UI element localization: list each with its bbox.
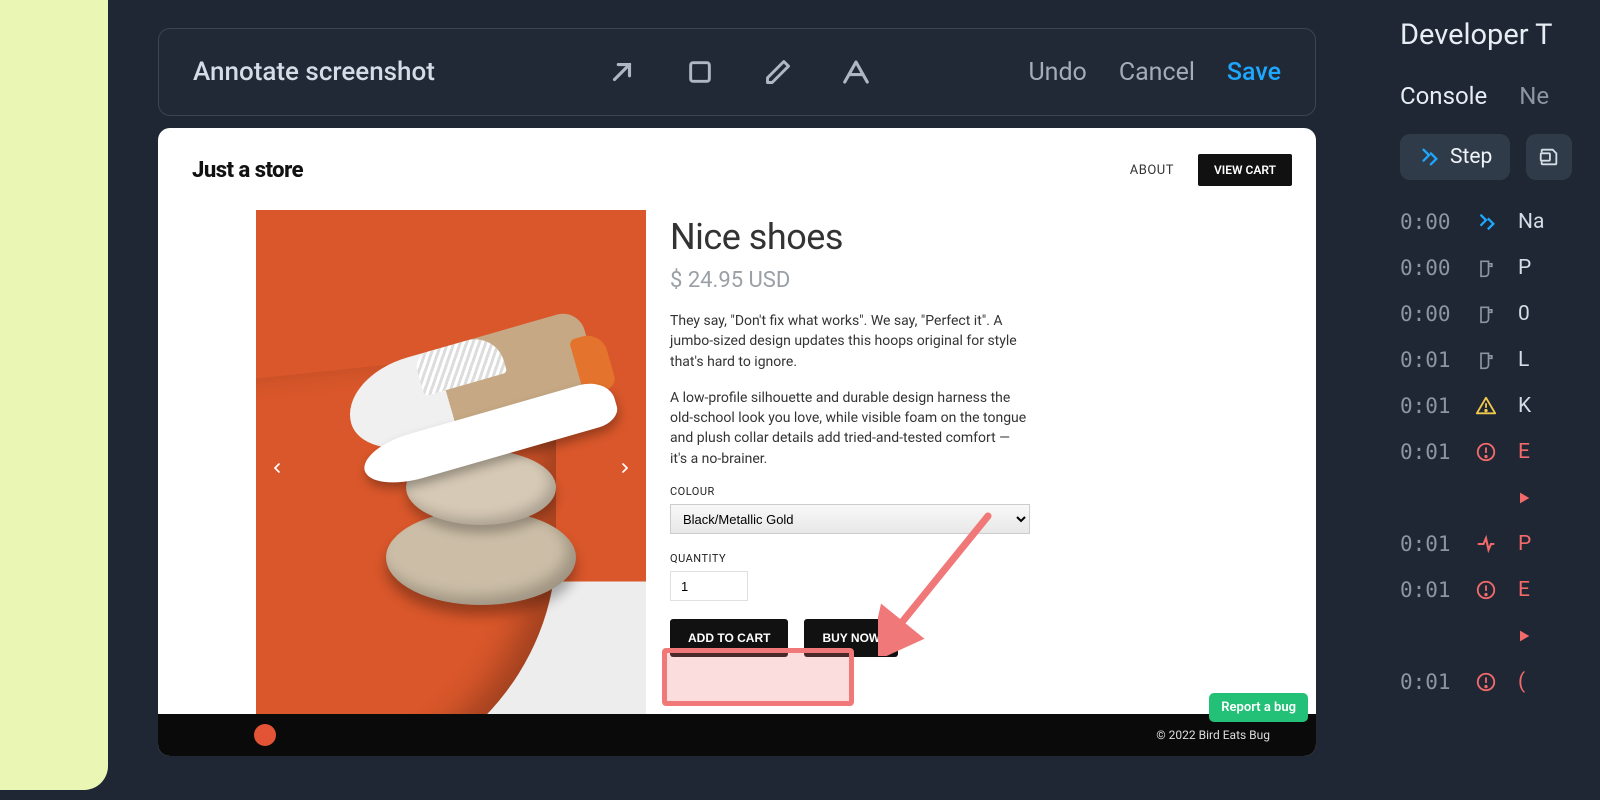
storage-icon	[1474, 302, 1498, 326]
colour-label: COLOUR	[670, 485, 1030, 498]
add-to-cart-button[interactable]: ADD TO CART	[670, 619, 788, 657]
store-logo: Just a store	[192, 158, 303, 183]
storage-icon	[1474, 348, 1498, 372]
gallery-next-button[interactable]	[610, 453, 640, 483]
product-description-2: A low-profile silhouette and durable des…	[670, 388, 1030, 469]
copyright-text: © 2022 Bird Eats Bug	[1156, 728, 1270, 742]
network-icon	[1474, 532, 1498, 556]
error-icon	[1474, 578, 1498, 602]
storage-icon	[1474, 256, 1498, 280]
cta-row: ADD TO CART BUY NOW	[670, 619, 1030, 657]
product-area: Nice shoes $ 24.95 USD They say, "Don't …	[158, 210, 1316, 726]
log-row[interactable]: 0:01 K	[1400, 386, 1600, 426]
devtools-title: Developer T	[1400, 18, 1600, 52]
store-header: Just a store ABOUT VIEW CART	[192, 154, 1292, 186]
tree-chip-icon[interactable]	[1526, 134, 1572, 180]
toolbar-title: Annotate screenshot	[193, 57, 435, 87]
about-link[interactable]: ABOUT	[1130, 163, 1174, 178]
devtools-panel: Developer T Console Ne Step 0:00 Na 0:00…	[1390, 0, 1600, 800]
save-button[interactable]: Save	[1227, 58, 1281, 87]
product-title: Nice shoes	[670, 216, 1030, 258]
product-info: Nice shoes $ 24.95 USD They say, "Don't …	[670, 210, 1030, 726]
pencil-tool-icon[interactable]	[761, 55, 795, 89]
annotation-toolbar: Annotate screenshot Undo Cancel Save	[158, 28, 1316, 116]
store-footer: © 2022 Bird Eats Bug	[158, 714, 1316, 756]
log-row[interactable]: 0:01 P	[1400, 524, 1600, 564]
step-icon	[1474, 210, 1498, 234]
toolbar-actions: Undo Cancel Save	[1028, 58, 1281, 87]
log-row[interactable]: 0:01 L	[1400, 340, 1600, 380]
footer-indicator-icon	[254, 724, 276, 746]
store-nav: ABOUT VIEW CART	[1130, 154, 1292, 186]
log-row-sub[interactable]	[1400, 478, 1600, 518]
devtools-tabs: Console Ne	[1400, 82, 1600, 110]
log-row[interactable]: 0:01 E	[1400, 432, 1600, 472]
log-row-sub[interactable]	[1400, 616, 1600, 656]
buy-now-button[interactable]: BUY NOW	[804, 619, 898, 657]
tab-network[interactable]: Ne	[1519, 82, 1549, 110]
tab-console[interactable]: Console	[1400, 82, 1487, 110]
app-frame: Annotate screenshot Undo Cancel Save Jus…	[108, 0, 1366, 790]
product-image	[256, 210, 646, 726]
rectangle-tool-icon[interactable]	[683, 55, 717, 89]
undo-button[interactable]: Undo	[1028, 58, 1086, 87]
log-list: 0:00 Na 0:00 P 0:00 0 0:01 L 0:01 K 0:01…	[1400, 202, 1600, 702]
error-icon	[1474, 440, 1498, 464]
shoe-graphic	[327, 267, 621, 492]
screenshot-preview: Just a store ABOUT VIEW CART	[158, 128, 1316, 756]
gallery-prev-button[interactable]	[262, 453, 292, 483]
log-row[interactable]: 0:00 P	[1400, 248, 1600, 288]
warning-icon	[1474, 394, 1498, 418]
view-cart-button[interactable]: VIEW CART	[1198, 154, 1292, 186]
log-row[interactable]: 0:01 E	[1400, 570, 1600, 610]
decorative-lime-strip	[0, 0, 108, 790]
text-tool-icon[interactable]	[839, 55, 873, 89]
step-filter-chip[interactable]: Step	[1400, 134, 1510, 180]
quantity-label: QUANTITY	[670, 552, 1030, 565]
step-filter-label: Step	[1450, 145, 1492, 169]
log-row[interactable]: 0:01 (	[1400, 662, 1600, 702]
product-price: $ 24.95 USD	[670, 268, 1030, 293]
annotation-tools	[605, 55, 873, 89]
play-icon	[1512, 486, 1536, 510]
log-row[interactable]: 0:00 0	[1400, 294, 1600, 334]
arrow-tool-icon[interactable]	[605, 55, 639, 89]
play-icon	[1512, 624, 1536, 648]
error-icon	[1474, 670, 1498, 694]
log-row[interactable]: 0:00 Na	[1400, 202, 1600, 242]
product-description-1: They say, "Don't fix what works". We say…	[670, 311, 1030, 372]
cancel-button[interactable]: Cancel	[1119, 58, 1195, 87]
colour-select[interactable]: Black/Metallic Gold	[670, 504, 1030, 534]
quantity-input[interactable]	[670, 571, 748, 601]
devtools-filter-row: Step	[1400, 134, 1600, 180]
report-bug-button[interactable]: Report a bug	[1209, 693, 1308, 722]
